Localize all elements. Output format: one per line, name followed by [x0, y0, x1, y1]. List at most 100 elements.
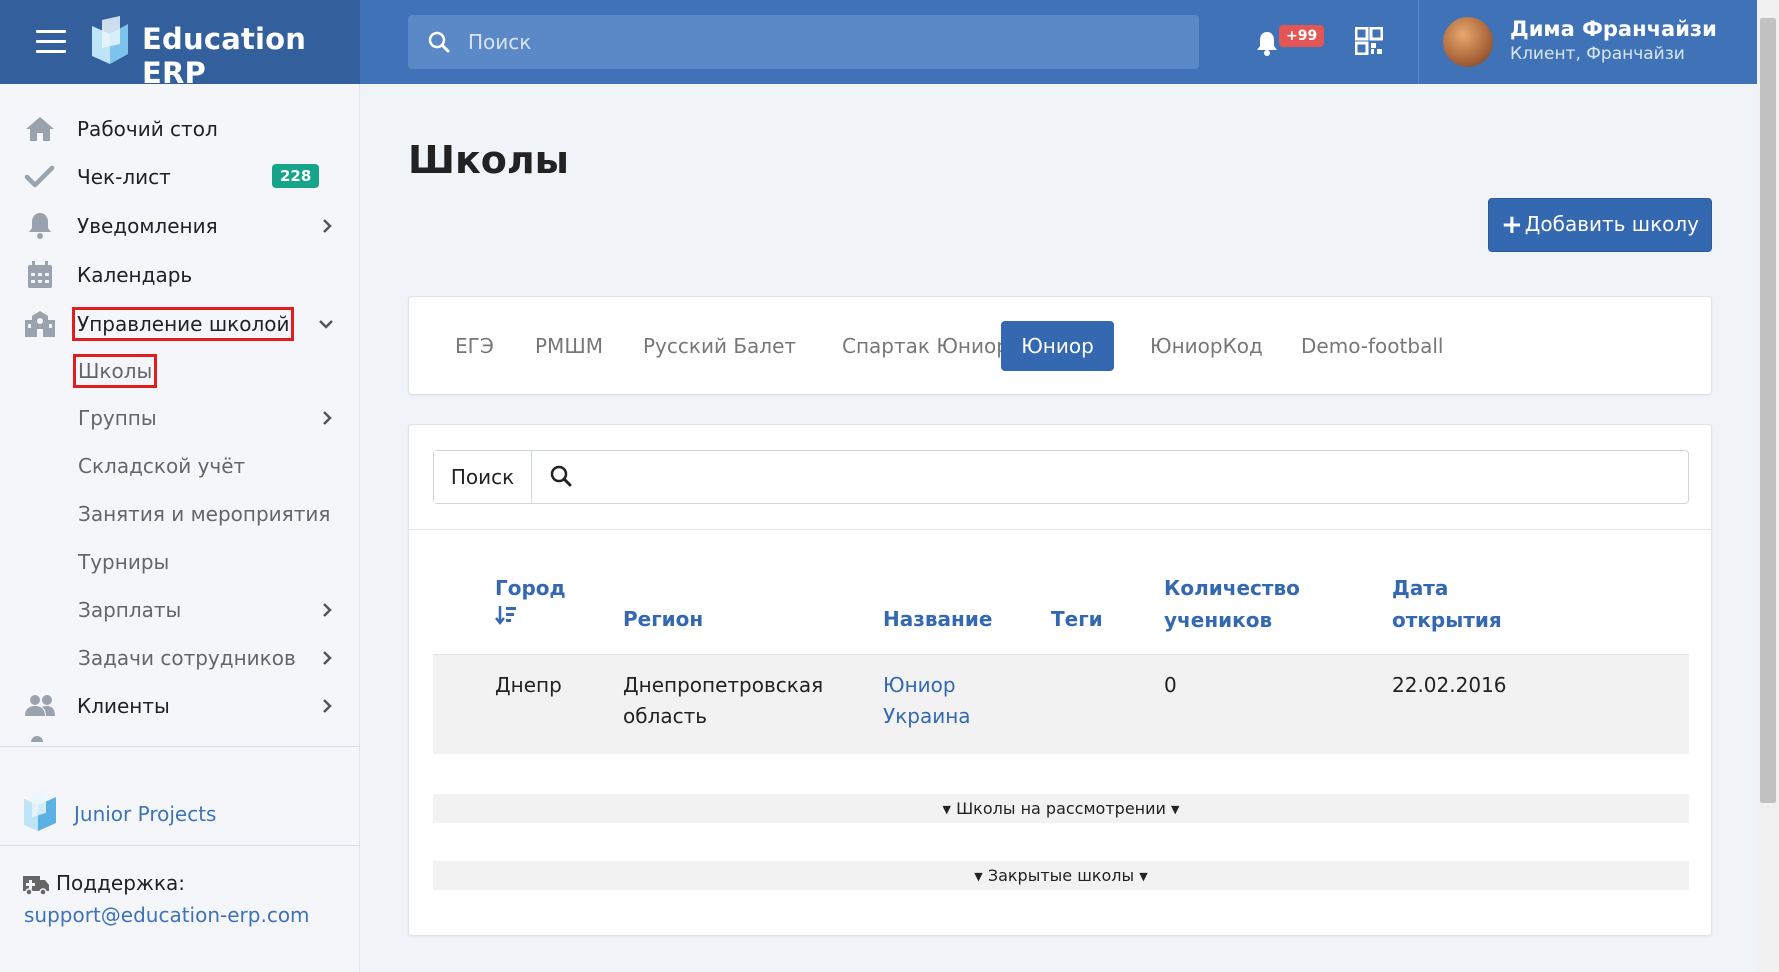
sidebar-subitem-label: Школы	[72, 354, 158, 388]
column-header-opened-line2: открытия	[1392, 608, 1502, 632]
sidebar-item-label: Рабочий стол	[77, 117, 218, 141]
closed-schools-toggle[interactable]: ▼ Закрытые школы ▼	[433, 861, 1689, 890]
sidebar-item-calendar[interactable]: Календарь	[0, 253, 360, 297]
table-search-input[interactable]	[584, 451, 1674, 503]
sidebar-item-checklist[interactable]: Чек-лист 228	[0, 155, 360, 199]
cell-region-line2: область	[623, 704, 708, 728]
brand-name: Education ERP	[142, 22, 307, 90]
table-row[interactable]: Днепр Днепропетровская область Юниор Укр…	[433, 654, 1689, 754]
sidebar: Рабочий стол Чек-лист 228 Уведомления Ка…	[0, 84, 360, 972]
sidebar-item-label: Управление школой	[71, 307, 295, 341]
chevron-right-icon	[323, 699, 332, 713]
calendar-icon	[28, 261, 52, 288]
search-icon	[550, 465, 572, 487]
project-name[interactable]: Junior Projects	[74, 802, 216, 826]
caret-down-icon: ▼	[974, 870, 983, 883]
bell-icon	[29, 213, 51, 239]
caret-down-icon: ▼	[1171, 803, 1180, 816]
user-name[interactable]: Дима Франчайзи	[1510, 17, 1717, 41]
notifications-bell-icon[interactable]	[1256, 30, 1278, 56]
cell-opened: 22.02.2016	[1392, 673, 1507, 697]
column-header-opened-line1: Дата	[1392, 576, 1449, 600]
franchise-tabs-card: ЕГЭ РМШМ Русский Балет Спартак Юниор Юни…	[408, 296, 1712, 395]
user-role: Клиент, Франчайзи	[1510, 44, 1685, 64]
tab-junior[interactable]: Юниор	[1001, 321, 1114, 371]
scrollbar-thumb[interactable]	[1760, 18, 1776, 803]
cell-school-name-link[interactable]: Юниор Украина	[883, 670, 971, 732]
school-icon	[25, 311, 55, 337]
caret-down-icon: ▼	[1139, 870, 1148, 883]
chevron-right-icon	[323, 219, 332, 233]
sidebar-item-notifications[interactable]: Уведомления	[0, 204, 360, 248]
sidebar-subitem-warehouse[interactable]: Складской учёт	[0, 444, 360, 486]
pending-schools-toggle[interactable]: ▼ Школы на рассмотрении ▼	[433, 794, 1689, 823]
column-header-students-line2: учеников	[1164, 608, 1273, 632]
global-search-input[interactable]	[468, 15, 1188, 69]
cell-name-line1: Юниор	[883, 673, 956, 697]
chevron-down-icon	[319, 320, 333, 329]
sidebar-item-label: Клиенты	[77, 694, 170, 718]
tab-rmshm[interactable]: РМШМ	[509, 321, 629, 371]
tab-demo-football[interactable]: Demo-football	[1275, 321, 1469, 371]
notifications-badge: +99	[1279, 25, 1325, 47]
home-icon	[26, 117, 54, 141]
table-search[interactable]: Поиск	[433, 450, 1689, 504]
sidebar-subitem-label: Турниры	[78, 550, 170, 574]
search-icon	[428, 31, 450, 53]
cell-region-line1: Днепропетровская	[623, 673, 824, 697]
cell-students: 0	[1164, 673, 1177, 697]
users-icon	[25, 695, 55, 716]
add-school-label: Добавить школу	[1524, 212, 1700, 236]
sidebar-item-label: Календарь	[77, 263, 193, 287]
ambulance-icon	[23, 876, 49, 896]
column-header-city[interactable]: Город	[495, 572, 566, 604]
sort-desc-icon[interactable]	[495, 605, 517, 625]
chevron-right-icon	[323, 603, 332, 617]
sidebar-subitem-label: Складской учёт	[78, 454, 246, 478]
sidebar-subitem-label: Зарплаты	[78, 598, 182, 622]
qr-code-icon[interactable]	[1355, 27, 1383, 55]
project-logo-icon	[24, 789, 56, 831]
caret-down-icon: ▼	[942, 803, 951, 816]
logo-icon	[92, 16, 128, 64]
column-header-tags[interactable]: Теги	[1051, 603, 1103, 635]
chevron-right-icon	[323, 411, 332, 425]
sidebar-item-label: Уведомления	[77, 214, 218, 238]
global-search[interactable]	[408, 15, 1199, 69]
sidebar-subitem-label: Задачи сотрудников	[78, 646, 296, 670]
sidebar-subitem-salaries[interactable]: Зарплаты	[0, 588, 360, 630]
sidebar-subitem-employee-tasks[interactable]: Задачи сотрудников	[0, 636, 360, 678]
closed-schools-label: Закрытые школы	[987, 866, 1135, 885]
tab-junior-code[interactable]: ЮниорКод	[1124, 321, 1289, 371]
sidebar-subitem-schools[interactable]: Школы	[0, 349, 360, 391]
sidebar-subitem-tournaments[interactable]: Турниры	[0, 540, 360, 582]
column-header-students-line1: Количество	[1164, 576, 1300, 600]
sidebar-divider	[0, 845, 360, 846]
menu-toggle-icon[interactable]	[36, 30, 66, 54]
column-header-opened[interactable]: Дата открытия	[1392, 572, 1502, 636]
sidebar-item-label: Чек-лист	[77, 165, 171, 189]
column-header-name[interactable]: Название	[883, 603, 992, 635]
cell-name-line2: Украина	[883, 704, 971, 728]
sidebar-divider	[0, 746, 360, 747]
sidebar-subitem-groups[interactable]: Группы	[0, 396, 360, 438]
cell-region: Днепропетровская область	[623, 670, 823, 732]
chevron-right-icon	[323, 651, 332, 665]
schools-table-card: Поиск Город Регион Название Теги Количес…	[408, 424, 1712, 936]
check-icon	[24, 165, 55, 188]
page-title: Школы	[408, 138, 570, 182]
sidebar-item-desktop[interactable]: Рабочий стол	[0, 107, 360, 151]
sidebar-item-school-management[interactable]: Управление школой	[0, 302, 360, 346]
support-email-link[interactable]: support@education-erp.com	[24, 903, 310, 927]
column-header-region[interactable]: Регион	[623, 603, 703, 635]
sidebar-subitem-label: Занятия и мероприятия	[78, 502, 331, 526]
sidebar-subitem-label: Группы	[78, 406, 157, 430]
sidebar-subitem-lessons[interactable]: Занятия и мероприятия	[0, 492, 360, 534]
add-school-button[interactable]: + Добавить школу	[1488, 198, 1712, 252]
sidebar-item-clients[interactable]: Клиенты	[0, 684, 360, 728]
tab-russian-ballet[interactable]: Русский Балет	[617, 321, 822, 371]
column-header-students[interactable]: Количество учеников	[1164, 572, 1300, 636]
tab-ege[interactable]: ЕГЭ	[429, 321, 520, 371]
partial-user-icon	[31, 736, 43, 742]
user-avatar[interactable]	[1443, 17, 1493, 67]
